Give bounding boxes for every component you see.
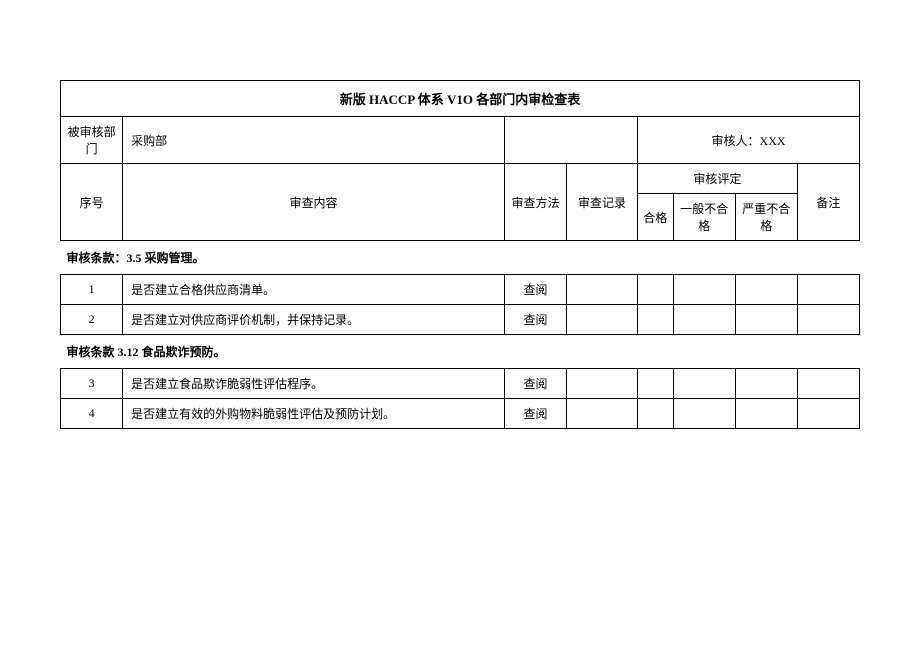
cell-seq: 1 [61, 275, 123, 305]
cell-seq: 2 [61, 305, 123, 335]
section-heading: 审核条款：3.5 采购管理。 [61, 241, 860, 275]
cell-rating-fail [673, 369, 735, 399]
cell-rating-pass [638, 305, 674, 335]
section-heading: 审核条款 3.12 食品欺诈预防。 [61, 335, 860, 369]
hdr-rating-group: 审核评定 [638, 164, 798, 194]
cell-rating-pass [638, 275, 674, 305]
hdr-rating-major: 严重不合格 [735, 194, 797, 241]
section-label: 审核条款：3.5 采购管理。 [61, 241, 860, 275]
cell-rating-major [735, 275, 797, 305]
table-row: 3 是否建立食品欺诈脆弱性评估程序。 查阅 [61, 369, 860, 399]
cell-method: 查阅 [504, 275, 566, 305]
cell-content: 是否建立合格供应商清单。 [123, 275, 505, 305]
doc-title: 新版 HACCP 体系 V1O 各部门内审检查表 [61, 81, 860, 117]
table-row: 2 是否建立对供应商评价机制，并保持记录。 查阅 [61, 305, 860, 335]
hdr-rating-fail: 一般不合格 [673, 194, 735, 241]
cell-rating-fail [673, 275, 735, 305]
meta-spacer [504, 117, 637, 164]
hdr-content: 审查内容 [123, 164, 505, 241]
cell-rating-major [735, 399, 797, 429]
cell-method: 查阅 [504, 369, 566, 399]
dept-label: 被审核部门 [61, 117, 123, 164]
hdr-note: 备注 [797, 164, 859, 241]
title-row: 新版 HACCP 体系 V1O 各部门内审检查表 [61, 81, 860, 117]
cell-method: 查阅 [504, 399, 566, 429]
cell-content: 是否建立有效的外购物料脆弱性评估及预防计划。 [123, 399, 505, 429]
cell-content: 是否建立对供应商评价机制，并保持记录。 [123, 305, 505, 335]
cell-rating-pass [638, 399, 674, 429]
cell-record [567, 305, 638, 335]
checklist-table-wrap: 新版 HACCP 体系 V1O 各部门内审检查表 被审核部门 采购部 审核人：X… [60, 80, 860, 429]
cell-rating-major [735, 305, 797, 335]
cell-seq: 4 [61, 399, 123, 429]
auditor-cell: 审核人：XXX [638, 117, 860, 164]
cell-record [567, 275, 638, 305]
cell-rating-major [735, 369, 797, 399]
cell-rating-fail [673, 399, 735, 429]
cell-rating-fail [673, 305, 735, 335]
cell-rating-pass [638, 369, 674, 399]
hdr-seq: 序号 [61, 164, 123, 241]
cell-note [797, 275, 859, 305]
header-row-1: 序号 审查内容 审查方法 审查记录 审核评定 备注 [61, 164, 860, 194]
checklist-table: 新版 HACCP 体系 V1O 各部门内审检查表 被审核部门 采购部 审核人：X… [60, 80, 860, 429]
auditor-value: XXX [760, 134, 786, 148]
section-label: 审核条款 3.12 食品欺诈预防。 [61, 335, 860, 369]
cell-content: 是否建立食品欺诈脆弱性评估程序。 [123, 369, 505, 399]
cell-note [797, 399, 859, 429]
table-row: 1 是否建立合格供应商清单。 查阅 [61, 275, 860, 305]
cell-record [567, 399, 638, 429]
table-row: 4 是否建立有效的外购物料脆弱性评估及预防计划。 查阅 [61, 399, 860, 429]
hdr-record: 审查记录 [567, 164, 638, 241]
hdr-rating-pass: 合格 [638, 194, 674, 241]
cell-seq: 3 [61, 369, 123, 399]
cell-note [797, 305, 859, 335]
cell-record [567, 369, 638, 399]
auditor-label: 审核人： [712, 134, 760, 148]
cell-note [797, 369, 859, 399]
hdr-method: 审查方法 [504, 164, 566, 241]
dept-value: 采购部 [123, 117, 505, 164]
meta-row: 被审核部门 采购部 审核人：XXX [61, 117, 860, 164]
cell-method: 查阅 [504, 305, 566, 335]
